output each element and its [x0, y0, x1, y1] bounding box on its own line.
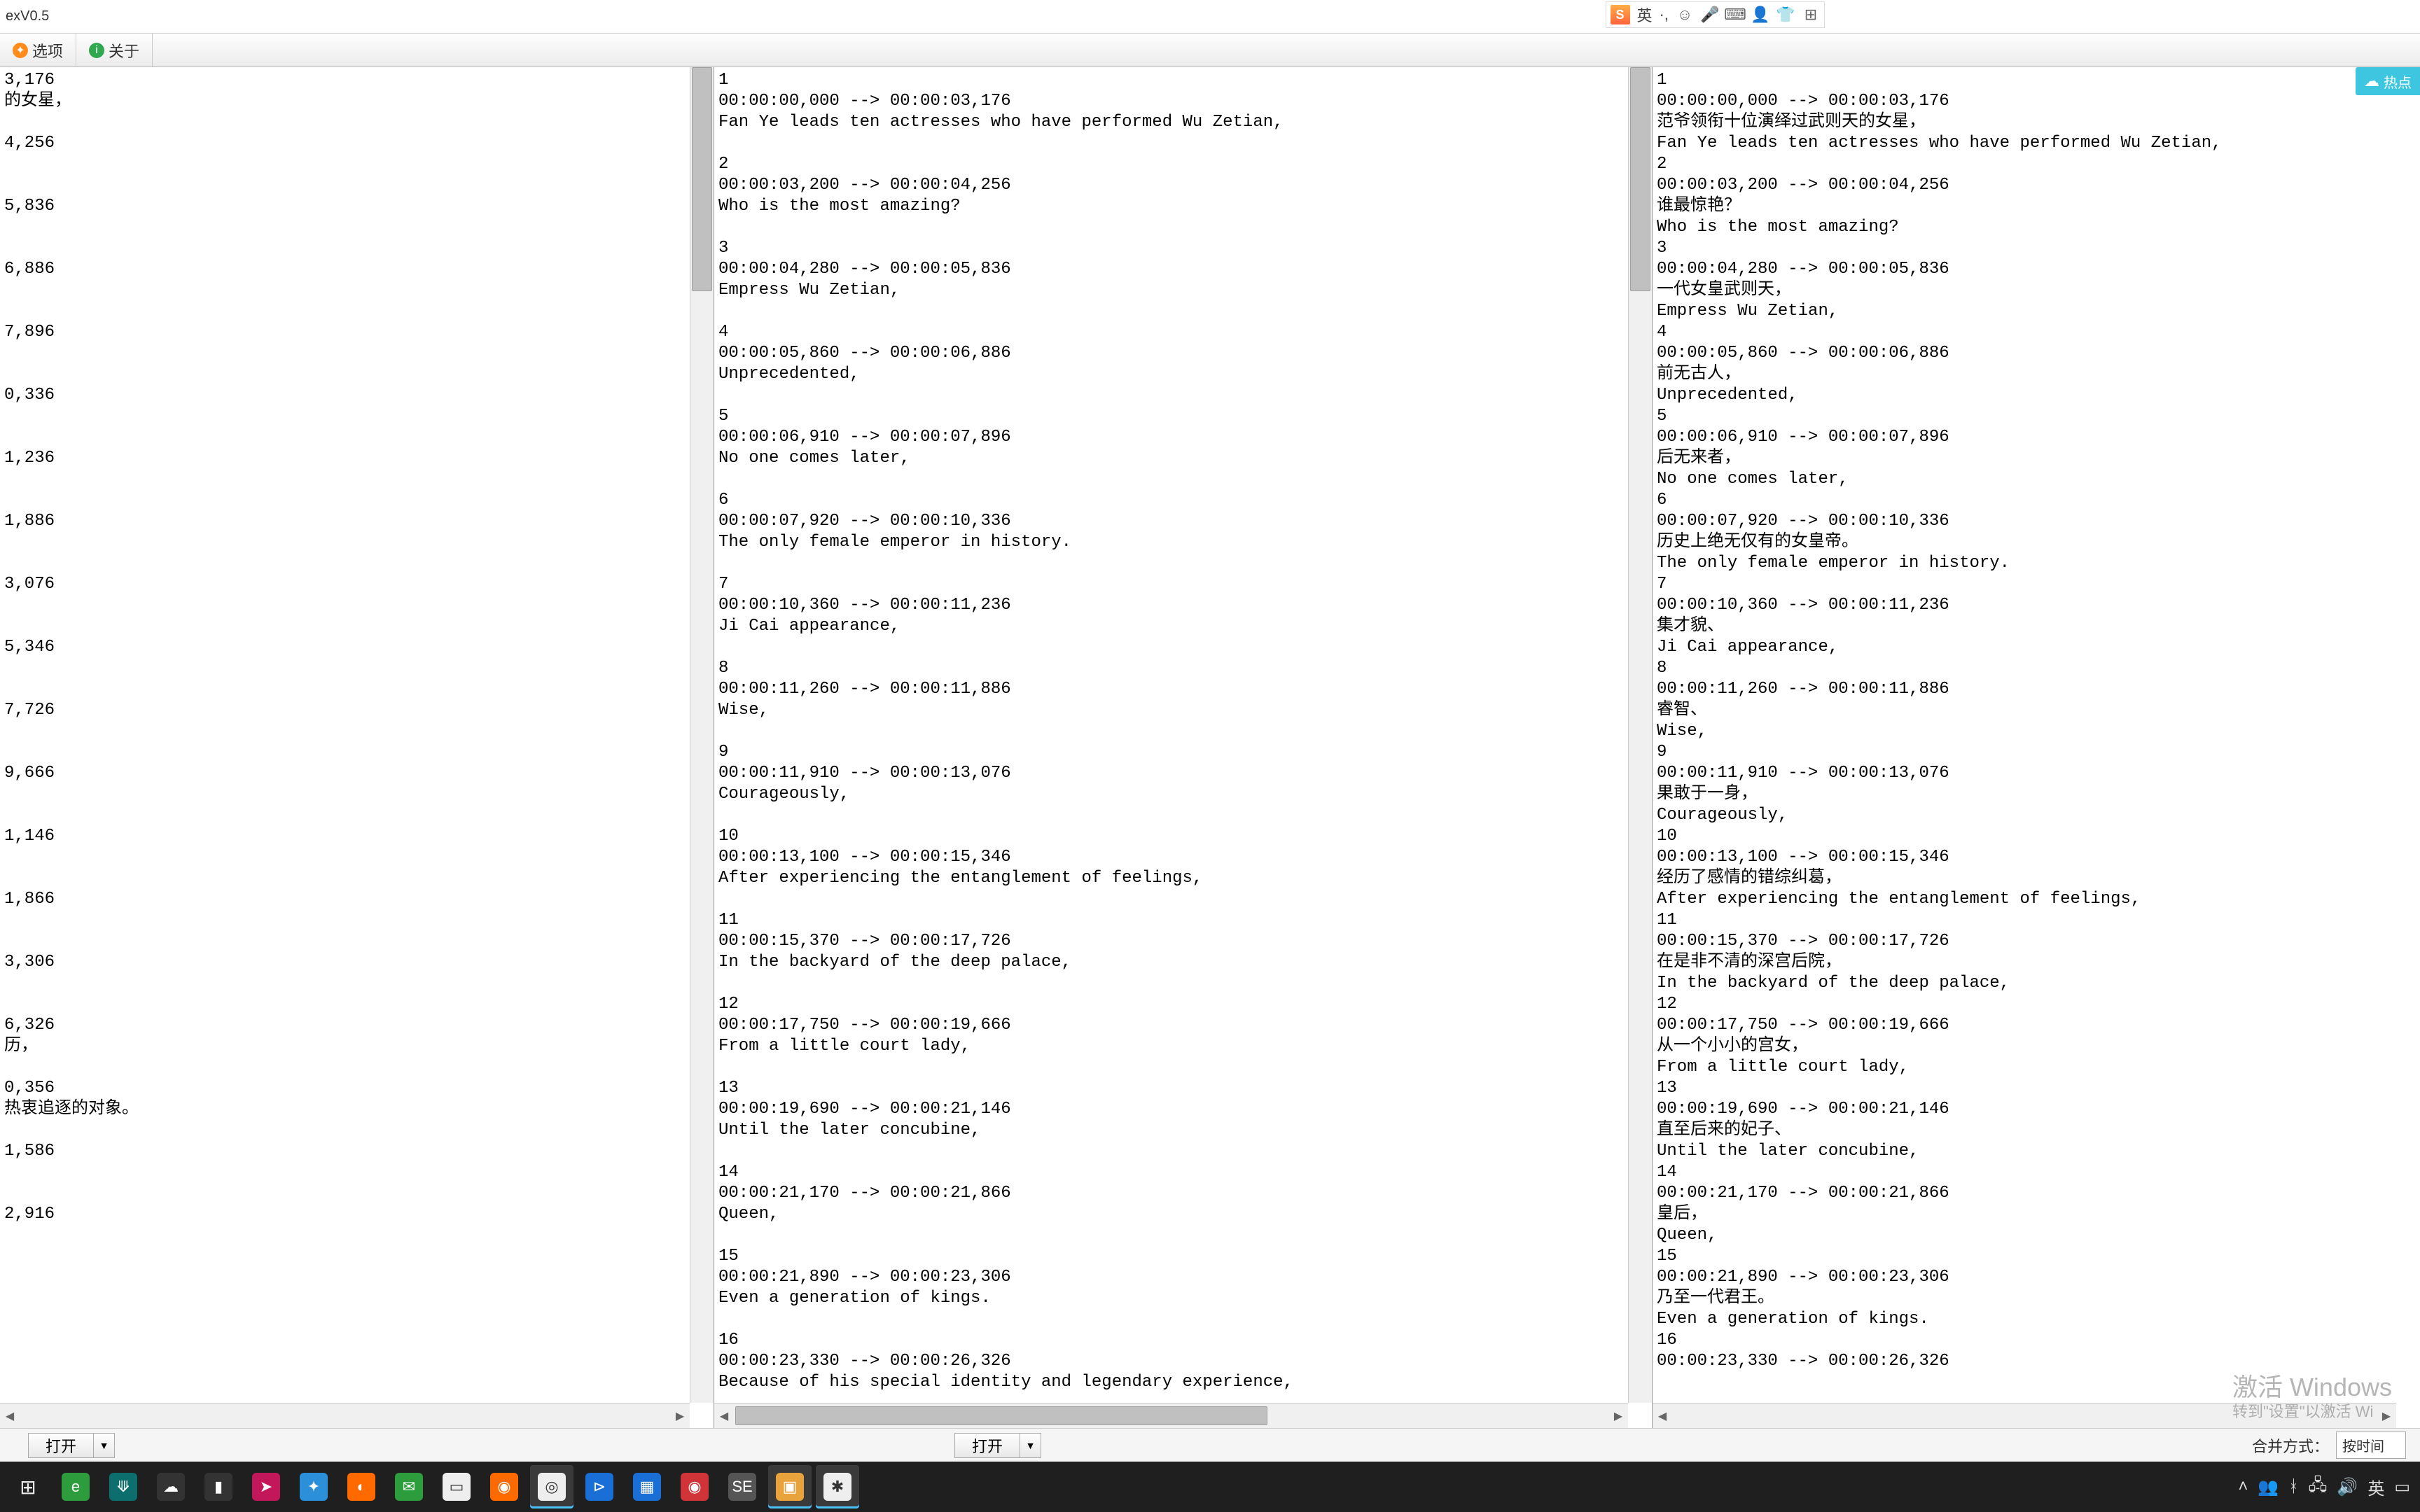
menu-about[interactable]: i 关于 — [76, 34, 153, 66]
sogou-logo-icon[interactable]: S — [1609, 4, 1632, 26]
menu-options-label: 选项 — [32, 39, 63, 62]
merge-controls: 合并方式： 按时间 — [2252, 1432, 2406, 1459]
tray-people-icon[interactable]: 👥 — [2258, 1477, 2279, 1497]
panel-right-hscrollbar[interactable]: ◀ ▶ — [1653, 1403, 2396, 1428]
hscroll-right-icon[interactable]: ▶ — [670, 1404, 690, 1428]
taskbar-app-blender[interactable]: ◉ — [482, 1465, 526, 1508]
skin-icon[interactable]: 👕 — [1775, 4, 1796, 25]
taskbar-app-browser[interactable]: e — [54, 1465, 97, 1508]
open-label: 打开 — [955, 1434, 1020, 1457]
blender-icon: ◉ — [490, 1473, 518, 1501]
taskbar-app-media[interactable]: ◉ — [673, 1465, 716, 1508]
chevron-down-icon[interactable]: ▼ — [1020, 1434, 1041, 1457]
menu-about-label: 关于 — [109, 39, 139, 62]
taskbar-app-wechat[interactable]: ✉ — [387, 1465, 431, 1508]
panel-left-text: 3,176 的女星， 4,256 5,836 6,886 7,896 0,336… — [0, 67, 714, 1228]
taskbar-app-editor[interactable]: ▦ — [625, 1465, 669, 1508]
menu-options[interactable]: ✦ 选项 — [0, 34, 76, 66]
tray-network-icon[interactable]: 🖧 — [2309, 1473, 2328, 1502]
vscroll-thumb[interactable] — [692, 67, 712, 291]
panel-middle-hscrollbar[interactable]: ◀ ▶ — [714, 1403, 1628, 1428]
taskbar-app-firefox[interactable]: ◐ — [340, 1465, 383, 1508]
terminal-icon: ▮ — [204, 1473, 232, 1501]
taskbar-app-vscode[interactable]: ⊳ — [578, 1465, 621, 1508]
panel-middle-text: 1 00:00:00,000 --> 00:00:03,176 Fan Ye l… — [714, 67, 1652, 1428]
subtitle-icon: SE — [728, 1473, 756, 1501]
hscroll-right-icon[interactable]: ▶ — [1608, 1404, 1628, 1428]
cloud-app-icon: ☁ — [157, 1473, 185, 1501]
window-titlebar: exV0.5 S 英 ·, ☺ 🎤 ⌨ 👤 👕 ⊞ — [0, 0, 2420, 34]
taskbar-app-subedit[interactable]: SE — [721, 1465, 764, 1508]
tray-chevron-icon[interactable]: ˄ — [2238, 1477, 2248, 1497]
download-icon: ⟱ — [109, 1473, 137, 1501]
taskview-icon: ⊞ — [20, 1476, 36, 1499]
cursor-icon: ➤ — [252, 1473, 280, 1501]
taskbar-app-terminal[interactable]: ▮ — [197, 1465, 240, 1508]
taskbar-app-thunder[interactable]: ✦ — [292, 1465, 335, 1508]
taskbar-app-cloud[interactable]: ☁ — [149, 1465, 193, 1508]
open-button-middle[interactable]: 打开 ▼ — [954, 1433, 1041, 1458]
open-button-left[interactable]: 打开 ▼ — [28, 1433, 115, 1458]
folder-icon: ▣ — [776, 1473, 804, 1501]
firefox-icon: ◐ — [347, 1473, 375, 1501]
bird-icon: ✦ — [300, 1473, 328, 1501]
pinwheel-icon: ✱ — [823, 1473, 851, 1501]
emoji-icon[interactable]: ☺ — [1674, 4, 1695, 25]
ime-punct[interactable]: ·, — [1658, 6, 1670, 24]
toolbox-icon[interactable]: ⊞ — [1800, 4, 1821, 25]
browser-icon: e — [62, 1473, 90, 1501]
windows-taskbar: ⊞ e ⟱ ☁ ▮ ➤ ✦ ◐ ✉ ▭ ◉ ◎ ⊳ ▦ ◉ SE ▣ ✱ ˄ 👥… — [0, 1462, 2420, 1512]
panel-right-content[interactable]: 1 00:00:00,000 --> 00:00:03,176 范爷领衔十位演绎… — [1653, 67, 2420, 1428]
taskbar-app-explorer[interactable]: ▣ — [768, 1465, 812, 1508]
tray-volume-icon[interactable]: 🔊 — [2337, 1477, 2358, 1497]
merge-mode-value: 按时间 — [2342, 1439, 2384, 1455]
panel-left-content[interactable]: 3,176 的女星， 4,256 5,836 6,886 7,896 0,336… — [0, 67, 714, 1428]
vscroll-thumb[interactable] — [1630, 67, 1650, 291]
tray-notification-icon[interactable]: ▭ — [2394, 1477, 2410, 1497]
panel-middle: 1 00:00:00,000 --> 00:00:03,176 Fan Ye l… — [714, 67, 1653, 1428]
editor-icon: ▦ — [633, 1473, 661, 1501]
chrome-icon: ◎ — [538, 1473, 566, 1501]
task-view-button[interactable]: ⊞ — [6, 1465, 50, 1508]
tray-bluetooth-icon[interactable]: ᚼ — [2288, 1477, 2298, 1497]
taskbar-app-notepad[interactable]: ▭ — [435, 1465, 478, 1508]
bottom-toolbar: 打开 ▼ 打开 ▼ 合并方式： 按时间 — [0, 1428, 2420, 1462]
hscroll-left-icon[interactable]: ◀ — [714, 1404, 734, 1428]
ime-lang[interactable]: 英 — [1636, 4, 1654, 26]
user-icon[interactable]: 👤 — [1750, 4, 1771, 25]
panel-right-text: 1 00:00:00,000 --> 00:00:03,176 范爷领衔十位演绎… — [1653, 67, 2420, 1375]
tray-ime-lang[interactable]: 英 — [2367, 1475, 2384, 1499]
info-icon: i — [89, 43, 104, 58]
chevron-down-icon[interactable]: ▼ — [93, 1434, 114, 1457]
media-icon: ◉ — [681, 1473, 709, 1501]
wechat-icon: ✉ — [395, 1473, 423, 1501]
panel-right: 1 00:00:00,000 --> 00:00:03,176 范爷领衔十位演绎… — [1653, 67, 2420, 1428]
keyboard-icon[interactable]: ⌨ — [1725, 4, 1746, 25]
panel-middle-content[interactable]: 1 00:00:00,000 --> 00:00:03,176 Fan Ye l… — [714, 67, 1652, 1428]
menubar: ✦ 选项 i 关于 — [0, 34, 2420, 67]
taskbar-app-downloader[interactable]: ⟱ — [102, 1465, 145, 1508]
hscroll-left-icon[interactable]: ◀ — [1653, 1404, 1672, 1428]
hscroll-left-icon[interactable]: ◀ — [0, 1404, 20, 1428]
system-tray: ˄ 👥 ᚼ 🖧 🔊 英 ▭ — [2238, 1473, 2416, 1502]
panel-left-hscrollbar[interactable]: ◀ ▶ — [0, 1403, 690, 1428]
open-label: 打开 — [29, 1434, 93, 1457]
merge-mode-select[interactable]: 按时间 — [2336, 1432, 2406, 1459]
gear-icon: ✦ — [13, 43, 28, 58]
vscode-icon: ⊳ — [585, 1473, 613, 1501]
panel-left-vscrollbar[interactable] — [690, 67, 714, 1403]
taskbar-app-cursor[interactable]: ➤ — [244, 1465, 288, 1508]
taskbar-app-chrome[interactable]: ◎ — [530, 1465, 573, 1508]
document-icon: ▭ — [443, 1473, 471, 1501]
editor-panels: 3,176 的女星， 4,256 5,836 6,886 7,896 0,336… — [0, 67, 2420, 1428]
window-title: exV0.5 — [6, 8, 49, 24]
panel-left: 3,176 的女星， 4,256 5,836 6,886 7,896 0,336… — [0, 67, 714, 1428]
hscroll-thumb[interactable] — [735, 1406, 1267, 1425]
mic-icon[interactable]: 🎤 — [1699, 4, 1720, 25]
hscroll-right-icon[interactable]: ▶ — [2377, 1404, 2396, 1428]
taskbar-app-current[interactable]: ✱ — [816, 1465, 859, 1508]
panel-middle-vscrollbar[interactable] — [1628, 67, 1652, 1403]
ime-toolbar: S 英 ·, ☺ 🎤 ⌨ 👤 👕 ⊞ — [1606, 1, 1825, 28]
merge-label: 合并方式： — [2252, 1434, 2329, 1457]
